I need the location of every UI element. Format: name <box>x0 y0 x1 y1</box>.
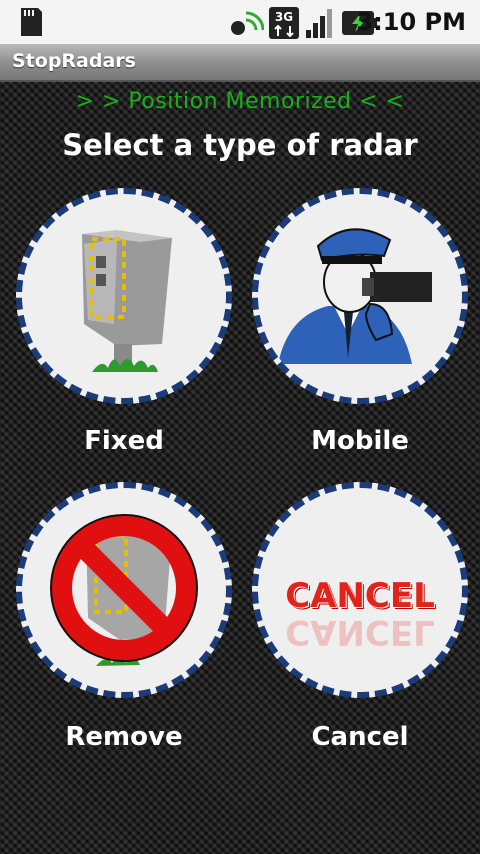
status-bar: 3G 3:10 PM <box>0 0 480 44</box>
cancel-image-reflection: CANCEL <box>285 612 435 652</box>
position-memorized-message: > > Position Memorized < < <box>75 89 405 114</box>
cell-bars-icon <box>306 9 332 38</box>
app-title-bar: StopRadars <box>0 44 480 82</box>
fixed-radar-icon <box>82 230 172 372</box>
cancel-button[interactable]: CANCEL CANCEL <box>252 482 468 698</box>
remove-label: Remove <box>65 722 183 752</box>
sd-card-icon <box>21 8 42 36</box>
3g-icon: 3G <box>269 7 299 39</box>
remove-radar-button[interactable] <box>16 482 232 698</box>
fixed-label: Fixed <box>84 426 164 456</box>
signal-icon <box>231 11 264 35</box>
app-title: StopRadars <box>12 50 136 72</box>
svg-text:3G: 3G <box>275 10 293 24</box>
cancel-label: Cancel <box>311 722 409 752</box>
mobile-label: Mobile <box>311 426 409 456</box>
status-clock: 3:10 PM <box>356 8 466 36</box>
remove-radar-icon <box>50 514 198 666</box>
mobile-radar-button[interactable] <box>252 188 468 404</box>
fixed-radar-button[interactable] <box>16 188 232 404</box>
cancel-image-text: CANCEL <box>285 576 435 616</box>
police-officer-icon <box>278 228 432 364</box>
page-heading: Select a type of radar <box>62 128 418 162</box>
radar-type-screen: > > Position Memorized < < Select a type… <box>0 82 480 854</box>
